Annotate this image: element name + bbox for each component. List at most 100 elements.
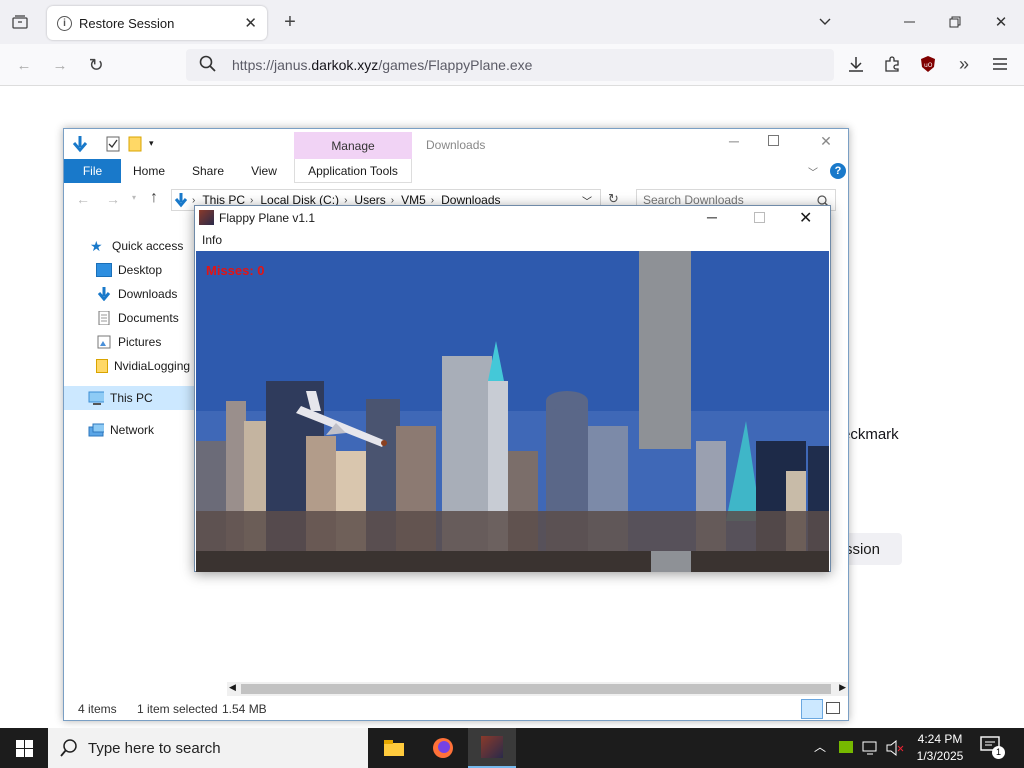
- explorer-close-button[interactable]: ✕: [814, 133, 838, 153]
- new-tab-icon[interactable]: +: [278, 10, 302, 34]
- quick-download-icon[interactable]: [72, 135, 88, 153]
- windows-logo-icon: [15, 739, 33, 757]
- tab-overview-icon[interactable]: [6, 10, 34, 34]
- page-text-fragment: eckmark: [842, 426, 899, 443]
- taskbar-clock[interactable]: 4:24 PM 1/3/2025: [905, 731, 975, 765]
- explorer-maximize-button[interactable]: [768, 135, 792, 155]
- taskbar-flappy-plane[interactable]: [468, 728, 516, 768]
- menu-hamburger-icon[interactable]: [988, 52, 1012, 76]
- notification-center-button[interactable]: 1: [980, 736, 1006, 760]
- search-icon: [199, 55, 216, 72]
- volume-muted-icon[interactable]: [886, 740, 904, 756]
- url-domain: darkok.xyz: [311, 57, 379, 73]
- star-icon: ★: [90, 238, 103, 254]
- show-hidden-icons-chevron[interactable]: ︿: [814, 738, 826, 755]
- tab-view[interactable]: View: [240, 159, 288, 183]
- nav-documents[interactable]: Documents: [64, 306, 198, 330]
- explorer-minimize-button[interactable]: ─: [722, 133, 746, 153]
- qat-dropdown-icon[interactable]: ▾: [149, 138, 154, 149]
- document-icon: [98, 311, 110, 325]
- tab-title: Restore Session: [79, 15, 175, 31]
- svg-text:uO: uO: [924, 62, 933, 69]
- scrollbar-thumb[interactable]: [241, 684, 831, 694]
- clock-time: 4:24 PM: [917, 732, 963, 746]
- downloads-icon[interactable]: [844, 52, 868, 76]
- back-arrow-icon[interactable]: ←: [12, 54, 36, 76]
- nvidia-tray-icon[interactable]: [839, 741, 853, 753]
- explorer-forward-icon[interactable]: →: [106, 191, 120, 207]
- taskbar-firefox[interactable]: [419, 728, 467, 768]
- tab-list-chevron-icon[interactable]: [802, 0, 848, 44]
- browser-nav-bar: ← → ↻ https://janus. darkok.xyz/games/Fla…: [0, 44, 1024, 86]
- nav-pictures[interactable]: Pictures: [64, 330, 198, 354]
- game-close-button[interactable]: ✕: [799, 208, 812, 228]
- maximize-button[interactable]: [932, 0, 978, 44]
- tab-share[interactable]: Share: [182, 159, 234, 183]
- game-menu-bar: Info: [195, 230, 830, 250]
- new-folder-icon[interactable]: [128, 136, 142, 152]
- extensions-icon[interactable]: [880, 52, 904, 76]
- more-tools-icon[interactable]: »: [952, 52, 976, 76]
- crumb-separator: ›: [344, 194, 348, 206]
- nav-this-pc[interactable]: This PC: [64, 386, 198, 410]
- explorer-status-bar: 4 items 1 item selected 1.54 MB: [64, 699, 848, 721]
- crumb-separator: ›: [192, 194, 196, 206]
- tab-application-tools[interactable]: Application Tools: [294, 159, 412, 183]
- crumb-separator: ›: [390, 194, 395, 206]
- properties-checkbox-icon[interactable]: [106, 136, 120, 152]
- up-arrow-icon[interactable]: ↑: [150, 189, 158, 207]
- close-tab-icon[interactable]: ✕: [244, 14, 257, 32]
- explorer-ribbon-tabs: File Home Share View Application Tools ﹀…: [64, 159, 848, 183]
- computer-icon: [88, 391, 104, 405]
- nav-label: Network: [110, 423, 155, 437]
- downloads-folder-icon: [174, 193, 188, 208]
- scroll-right-icon[interactable]: ▶: [839, 682, 846, 693]
- status-selected: 1 item selected: [137, 702, 218, 716]
- tab-home[interactable]: Home: [124, 159, 174, 183]
- game-app-icon: [199, 210, 214, 225]
- reload-icon[interactable]: ↻: [84, 54, 108, 76]
- desktop-icon: [96, 263, 112, 277]
- file-explorer-icon: [384, 740, 404, 756]
- tab-file[interactable]: File: [64, 159, 121, 183]
- nav-desktop[interactable]: Desktop: [64, 258, 198, 282]
- nav-quick-access[interactable]: ★ Quick access: [64, 234, 198, 258]
- game-maximize-button[interactable]: [754, 212, 765, 223]
- ribbon-expand-chevron-icon[interactable]: ﹀: [808, 164, 818, 179]
- ublock-shield-icon[interactable]: uO: [916, 52, 940, 76]
- manage-label: Manage: [331, 138, 375, 153]
- browser-tab-bar: i Restore Session ✕ + ✕: [0, 0, 1024, 44]
- forward-arrow-icon[interactable]: →: [48, 54, 72, 76]
- scroll-left-icon[interactable]: ◀: [229, 682, 236, 693]
- nav-nvidialogging[interactable]: NvidiaLogging: [64, 354, 198, 378]
- folder-icon: [96, 359, 108, 373]
- network-icon: [88, 423, 104, 437]
- large-icons-view-icon[interactable]: [826, 702, 840, 714]
- horizontal-scrollbar[interactable]: ◀ ▶: [227, 682, 848, 696]
- close-window-button[interactable]: ✕: [978, 0, 1024, 44]
- menu-info[interactable]: Info: [202, 233, 222, 247]
- taskbar-search-box[interactable]: Type here to search: [48, 728, 368, 768]
- minimize-button[interactable]: [886, 0, 932, 44]
- nav-label: Documents: [118, 311, 179, 325]
- explorer-back-icon[interactable]: ←: [76, 191, 90, 207]
- game-canvas[interactable]: Misses: 0: [196, 251, 829, 572]
- explorer-title-bar: ▾ Manage Downloads ─ ✕: [64, 129, 848, 159]
- nav-network[interactable]: Network: [64, 418, 198, 442]
- taskbar-file-explorer[interactable]: [370, 728, 418, 768]
- url-bar[interactable]: https://janus. darkok.xyz/games/FlappyPla…: [186, 49, 834, 81]
- recent-locations-icon[interactable]: ▾: [132, 193, 136, 202]
- tab-restore-session[interactable]: i Restore Session ✕: [47, 6, 267, 40]
- help-icon[interactable]: ?: [830, 163, 846, 179]
- nav-downloads[interactable]: Downloads: [64, 282, 198, 306]
- network-tray-icon[interactable]: [862, 740, 878, 756]
- game-minimize-button[interactable]: ─: [707, 209, 717, 225]
- manage-context-tab[interactable]: Manage: [294, 132, 412, 159]
- pictures-icon: [97, 335, 111, 349]
- details-view-icon[interactable]: [801, 699, 823, 719]
- crumb-separator: ›: [430, 194, 435, 206]
- nav-label: Desktop: [118, 263, 163, 277]
- game-title-bar: Flappy Plane v1.1 ─ ✕: [195, 206, 830, 230]
- start-button[interactable]: [0, 728, 48, 768]
- nav-label: NvidiaLogging: [114, 359, 191, 373]
